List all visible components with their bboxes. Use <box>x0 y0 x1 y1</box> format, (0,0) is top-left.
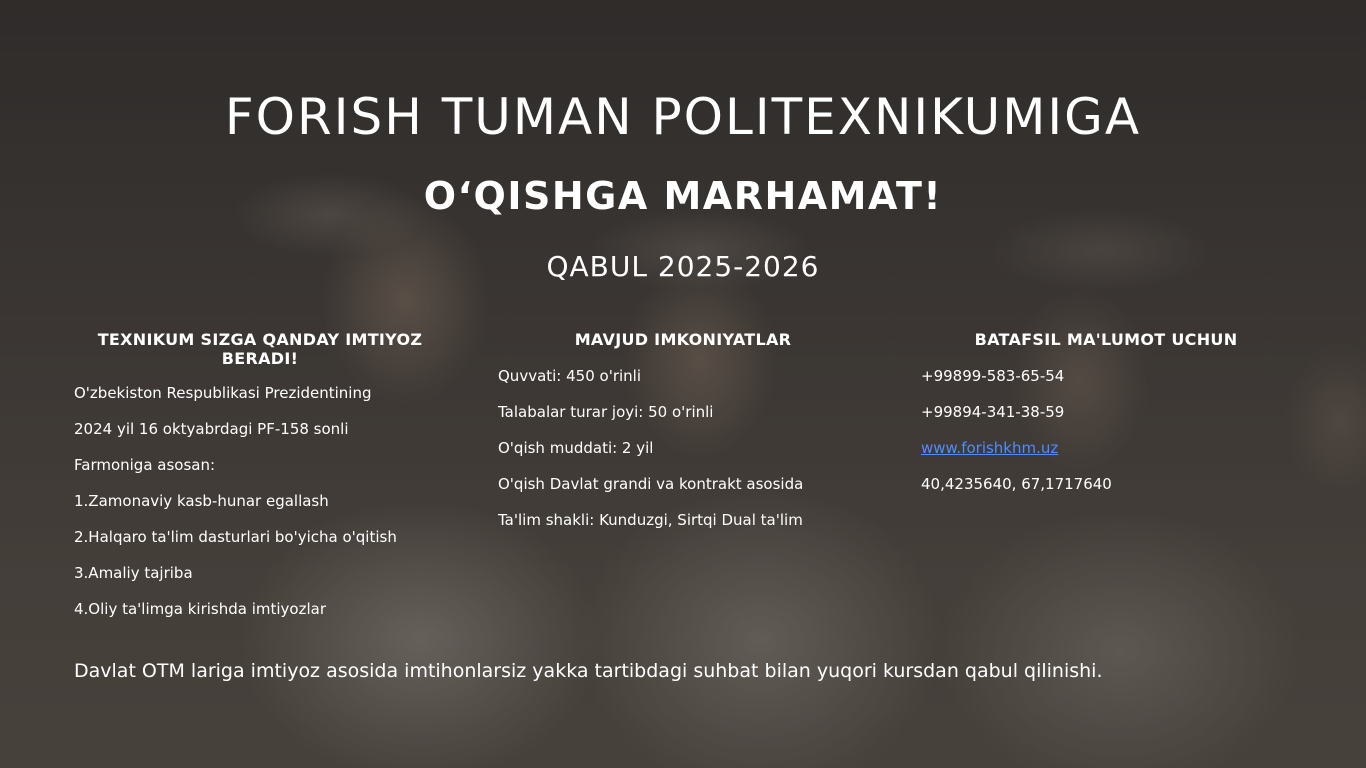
list-item: 1.Zamonaviy kasb-hunar egallash <box>74 492 329 510</box>
website-item: www.forishkhm.uz <box>921 439 1291 475</box>
contact-list: +99899-583-65-54 +99894-341-38-59 www.fo… <box>921 367 1291 511</box>
facilities-heading: MAVJUD IMKONIYATLAR <box>574 330 792 349</box>
poster: FORISH TUMAN POLITEXNIKUMIGA O‘QISHGA MA… <box>0 0 1366 768</box>
coordinates: 40,4235640, 67,1717640 <box>921 475 1112 493</box>
benefits-heading: TEXNIKUM SIZGA QANDAY IMTIYOZ BERADI! <box>97 330 423 368</box>
list-item: O'qish Davlat grandi va kontrakt asosida <box>498 475 804 493</box>
benefits-column: TEXNIKUM SIZGA QANDAY IMTIYOZ BERADI! O'… <box>74 330 446 636</box>
benefits-list: O'zbekiston Respublikasi Prezidentining … <box>74 384 446 636</box>
page-title: FORISH TUMAN POLITEXNIKUMIGA <box>224 88 1142 146</box>
list-item: 4.Oliy ta'limga kirishda imtiyozlar <box>74 600 326 618</box>
list-item: Quvvati: 450 o'rinli <box>498 367 642 385</box>
phone-number-secondary: +99894-341-38-59 <box>921 403 1065 421</box>
contact-column: BATAFSIL MA'LUMOT UCHUN +99899-583-65-54… <box>921 330 1291 511</box>
list-item: Farmoniga asosan: <box>74 456 216 474</box>
list-item: Ta'lim shakli: Kunduzgi, Sirtqi Dual ta'… <box>498 511 803 529</box>
contact-heading: BATAFSIL MA'LUMOT UCHUN <box>974 330 1238 349</box>
footer-note: Davlat OTM lariga imtiyoz asosida imtiho… <box>74 660 1103 682</box>
website-link[interactable]: www.forishkhm.uz <box>921 439 1058 457</box>
list-item: Talabalar turar joyi: 50 o'rinli <box>498 403 714 421</box>
list-item: O'zbekiston Respublikasi Prezidentining <box>74 384 372 402</box>
list-item: 3.Amaliy tajriba <box>74 564 193 582</box>
list-item: O'qish muddati: 2 yil <box>498 439 654 457</box>
facilities-list: Quvvati: 450 o'rinli Talabalar turar joy… <box>498 367 868 547</box>
phone-number-primary: +99899-583-65-54 <box>921 367 1065 385</box>
list-item: 2.Halqaro ta'lim dasturlari bo'yicha o'q… <box>74 528 397 546</box>
welcome-subtitle: O‘QISHGA MARHAMAT! <box>423 174 943 218</box>
admission-year: QABUL 2025-2026 <box>546 250 820 283</box>
list-item: 2024 yil 16 oktyabrdagi PF-158 sonli <box>74 420 349 438</box>
facilities-column: MAVJUD IMKONIYATLAR Quvvati: 450 o'rinli… <box>498 330 868 547</box>
